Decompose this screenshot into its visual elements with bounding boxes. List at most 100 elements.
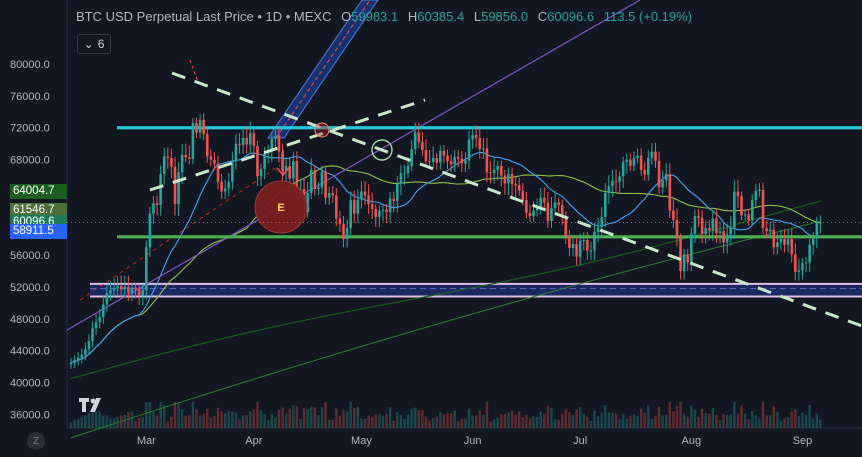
volume-bar <box>277 410 281 428</box>
volume-bar <box>231 411 234 428</box>
volume-bar <box>650 418 654 428</box>
volume-bar <box>743 413 747 428</box>
zoom-reset-button[interactable]: Z <box>27 432 45 450</box>
volume-bar <box>578 407 582 428</box>
candle-body <box>370 204 374 209</box>
indicators-toggle-button[interactable]: ⌄ 6 <box>77 34 111 54</box>
volume-bar <box>327 419 331 428</box>
volume-bar <box>191 402 195 428</box>
volume-bar <box>625 418 628 428</box>
ma-green-line <box>70 165 821 364</box>
volume-bar <box>500 414 503 428</box>
volume-bar <box>790 411 793 428</box>
candle-body <box>112 288 116 291</box>
candle-body <box>747 214 750 221</box>
candle-body <box>324 171 327 198</box>
small-circle-marker <box>314 122 330 138</box>
candle-body <box>245 138 248 145</box>
volume-bar <box>618 419 621 428</box>
candle-body <box>439 150 442 163</box>
candle-body <box>557 202 560 205</box>
volume-bar <box>474 415 478 428</box>
x-tick-label: Sep <box>793 435 813 447</box>
candle-body <box>98 317 101 323</box>
volume-bar <box>439 412 442 428</box>
volume-bar <box>786 417 790 428</box>
volume-bar <box>553 419 557 428</box>
x-tick-label: Aug <box>682 435 702 447</box>
volume-bar <box>367 415 370 428</box>
volume-bar <box>639 408 643 428</box>
volume-bar <box>363 419 367 428</box>
volume-bar <box>256 402 259 428</box>
volume-bar <box>568 412 571 428</box>
candle-body <box>607 185 611 194</box>
volume-bar <box>747 419 750 428</box>
volume-bar <box>299 419 302 428</box>
volume-bar <box>600 412 603 428</box>
candle-body <box>202 119 205 135</box>
volume-bar <box>102 415 105 428</box>
candle-body <box>532 210 535 217</box>
symbol-title[interactable]: BTC USD Perpetual Last Price • 1D • MEXC <box>76 9 331 24</box>
volume-bar <box>281 407 284 428</box>
candle-body <box>374 208 378 217</box>
candle-body <box>679 238 682 272</box>
volume-bar <box>690 405 693 428</box>
candle-body <box>629 159 632 166</box>
volume-bar <box>159 402 162 428</box>
candle-body <box>657 161 661 188</box>
candle-body <box>672 210 675 221</box>
volume-bar <box>758 418 761 428</box>
candle-body <box>808 244 811 263</box>
volume-bar <box>166 421 170 428</box>
candle-body <box>478 138 482 150</box>
volume-bar <box>776 411 779 428</box>
candle-body <box>768 229 772 232</box>
volume-bar <box>665 414 668 428</box>
candle-body <box>482 148 485 150</box>
candle-body <box>227 181 231 189</box>
volume-bar <box>457 421 460 428</box>
volume-bar <box>342 410 345 428</box>
volume-bar <box>596 416 600 428</box>
volume-bar <box>794 409 797 428</box>
volume-bar <box>708 413 711 428</box>
volume-bar <box>288 408 291 428</box>
volume-bar <box>453 410 456 428</box>
candle-body <box>342 224 345 240</box>
candle-body <box>779 239 783 243</box>
x-tick-label: Jun <box>464 435 482 447</box>
candle-body <box>413 132 417 150</box>
volume-bar <box>632 414 636 428</box>
volume-bar <box>292 405 295 428</box>
volume-bar <box>518 411 521 428</box>
tradingview-logo-icon[interactable] <box>78 396 104 414</box>
chart-legend: BTC USD Perpetual Last Price • 1D • MEXC… <box>76 9 692 24</box>
candle-body <box>647 157 650 175</box>
candle-body <box>191 122 195 159</box>
volume-bar <box>715 414 718 428</box>
candle-body <box>431 157 435 162</box>
candle-body <box>277 135 281 152</box>
volume-bar <box>180 409 184 428</box>
volume-bar <box>152 411 155 428</box>
candle-body <box>510 173 514 185</box>
candle-body <box>528 212 532 217</box>
candle-body <box>625 159 629 162</box>
candle-body <box>507 173 510 184</box>
candle-body <box>73 360 76 363</box>
candle-body <box>503 175 507 184</box>
candle-body <box>797 270 801 272</box>
candle-body <box>248 133 252 145</box>
volume-bar <box>668 402 672 428</box>
candle-body <box>586 240 589 251</box>
volume-bar <box>575 409 578 428</box>
candle-body <box>718 231 722 233</box>
candle-body <box>428 161 431 163</box>
candle-body <box>173 166 177 205</box>
price-chart[interactable]: 80000.076000.072000.068000.064000.060000… <box>0 0 862 457</box>
candle-body <box>205 134 209 157</box>
volume-bar <box>396 412 399 428</box>
volume-bar <box>331 419 334 428</box>
